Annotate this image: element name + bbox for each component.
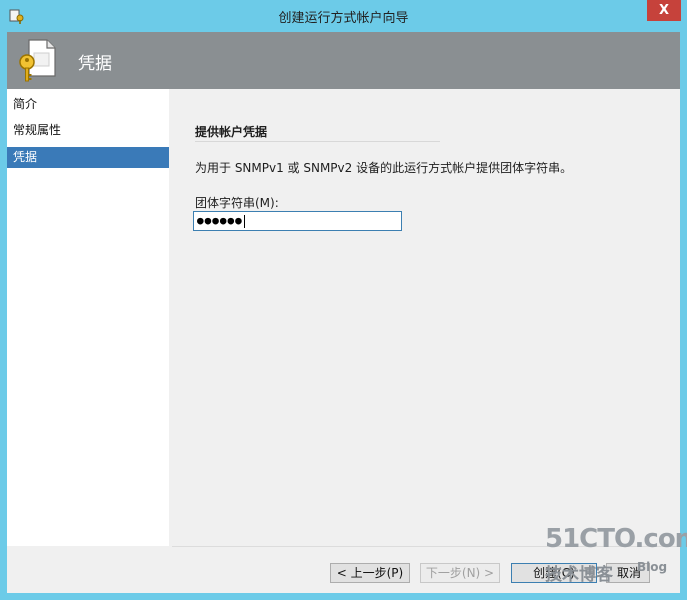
site-watermark: 51CTO.com 技术博客 Blog bbox=[533, 524, 687, 594]
description-text: 为用于 SNMPv1 或 SNMPv2 设备的此运行方式帐户提供团体字符串。 bbox=[195, 161, 573, 175]
wizard-header: 凭据 bbox=[7, 32, 680, 89]
wizard-window: 创建运行方式帐户向导 X 凭据 简介 常规属性 凭据 提供帐户凭据 为用于 SN… bbox=[0, 0, 687, 600]
certificate-key-icon bbox=[19, 39, 56, 82]
community-string-label: 团体字符串(M): bbox=[195, 196, 279, 210]
section-divider bbox=[195, 141, 440, 142]
wizard-body: 简介 常规属性 凭据 提供帐户凭据 为用于 SNMPv1 或 SNMPv2 设备… bbox=[7, 89, 687, 594]
nav-item-credentials[interactable]: 凭据 bbox=[7, 147, 169, 168]
community-string-value: ●●●●●● bbox=[197, 214, 243, 227]
text-caret bbox=[243, 214, 245, 228]
title-bar[interactable]: 创建运行方式帐户向导 X bbox=[0, 0, 687, 32]
nav-item-intro[interactable]: 简介 bbox=[7, 94, 169, 115]
page-title: 凭据 bbox=[78, 54, 112, 74]
content-panel: 提供帐户凭据 为用于 SNMPv1 或 SNMPv2 设备的此运行方式帐户提供团… bbox=[170, 89, 680, 546]
section-title: 提供帐户凭据 bbox=[195, 125, 268, 139]
nav-item-general-properties[interactable]: 常规属性 bbox=[7, 120, 169, 141]
watermark-blog: Blog bbox=[637, 560, 668, 574]
step-navigation: 简介 常规属性 凭据 bbox=[7, 89, 169, 546]
window-title: 创建运行方式帐户向导 bbox=[278, 11, 409, 26]
next-button[interactable]: 下一步(N) > bbox=[420, 563, 500, 583]
watermark-main: 51CTO.com bbox=[545, 524, 687, 554]
community-string-input[interactable]: ●●●●●● bbox=[193, 211, 402, 231]
previous-button[interactable]: < 上一步(P) bbox=[330, 563, 410, 583]
close-button[interactable]: X bbox=[647, 0, 681, 21]
watermark-sub: 技术博客 bbox=[545, 565, 613, 585]
